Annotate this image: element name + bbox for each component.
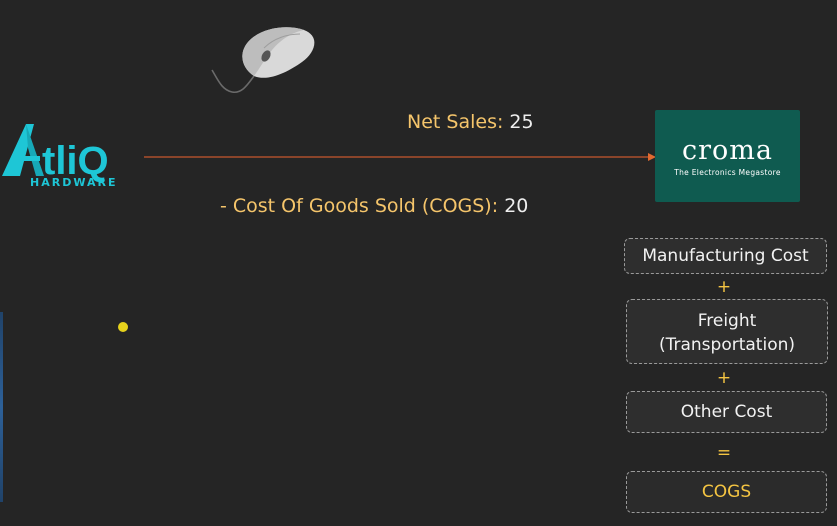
plus-operator-2: + xyxy=(716,368,732,388)
edge-glow xyxy=(0,312,3,502)
net-sales-value: 25 xyxy=(509,111,534,133)
slide: tliQ HARDWARE Net Sales: 25 - Cost Of Go… xyxy=(0,0,837,526)
transportation-label: (Transportation) xyxy=(658,335,796,355)
croma-tagline: The Electronics Megastore xyxy=(674,168,781,177)
cogs-value: 20 xyxy=(504,195,529,217)
equals-operator: = xyxy=(716,443,732,463)
plus-operator-1: + xyxy=(716,277,732,297)
net-sales-line: Net Sales: 25 xyxy=(407,111,534,133)
cogs-line: - Cost Of Goods Sold (COGS): 20 xyxy=(220,195,528,217)
manufacturing-cost-box: Manufacturing Cost xyxy=(624,238,827,274)
cogs-result-box: COGS xyxy=(626,471,827,513)
computer-mouse-image xyxy=(211,27,315,94)
net-sales-label: Net Sales: xyxy=(407,111,504,133)
freight-label: Freight xyxy=(697,311,757,331)
other-cost-box: Other Cost xyxy=(626,391,827,433)
cursor-highlight-dot xyxy=(118,322,128,332)
croma-wordmark: croma xyxy=(682,135,773,166)
croma-logo: croma The Electronics Megastore xyxy=(655,110,800,202)
freight-box: Freight (Transportation) xyxy=(626,299,828,364)
cogs-label: - Cost Of Goods Sold (COGS): xyxy=(220,195,499,217)
atliq-subtitle: HARDWARE xyxy=(30,176,118,189)
sales-arrow xyxy=(144,153,656,161)
